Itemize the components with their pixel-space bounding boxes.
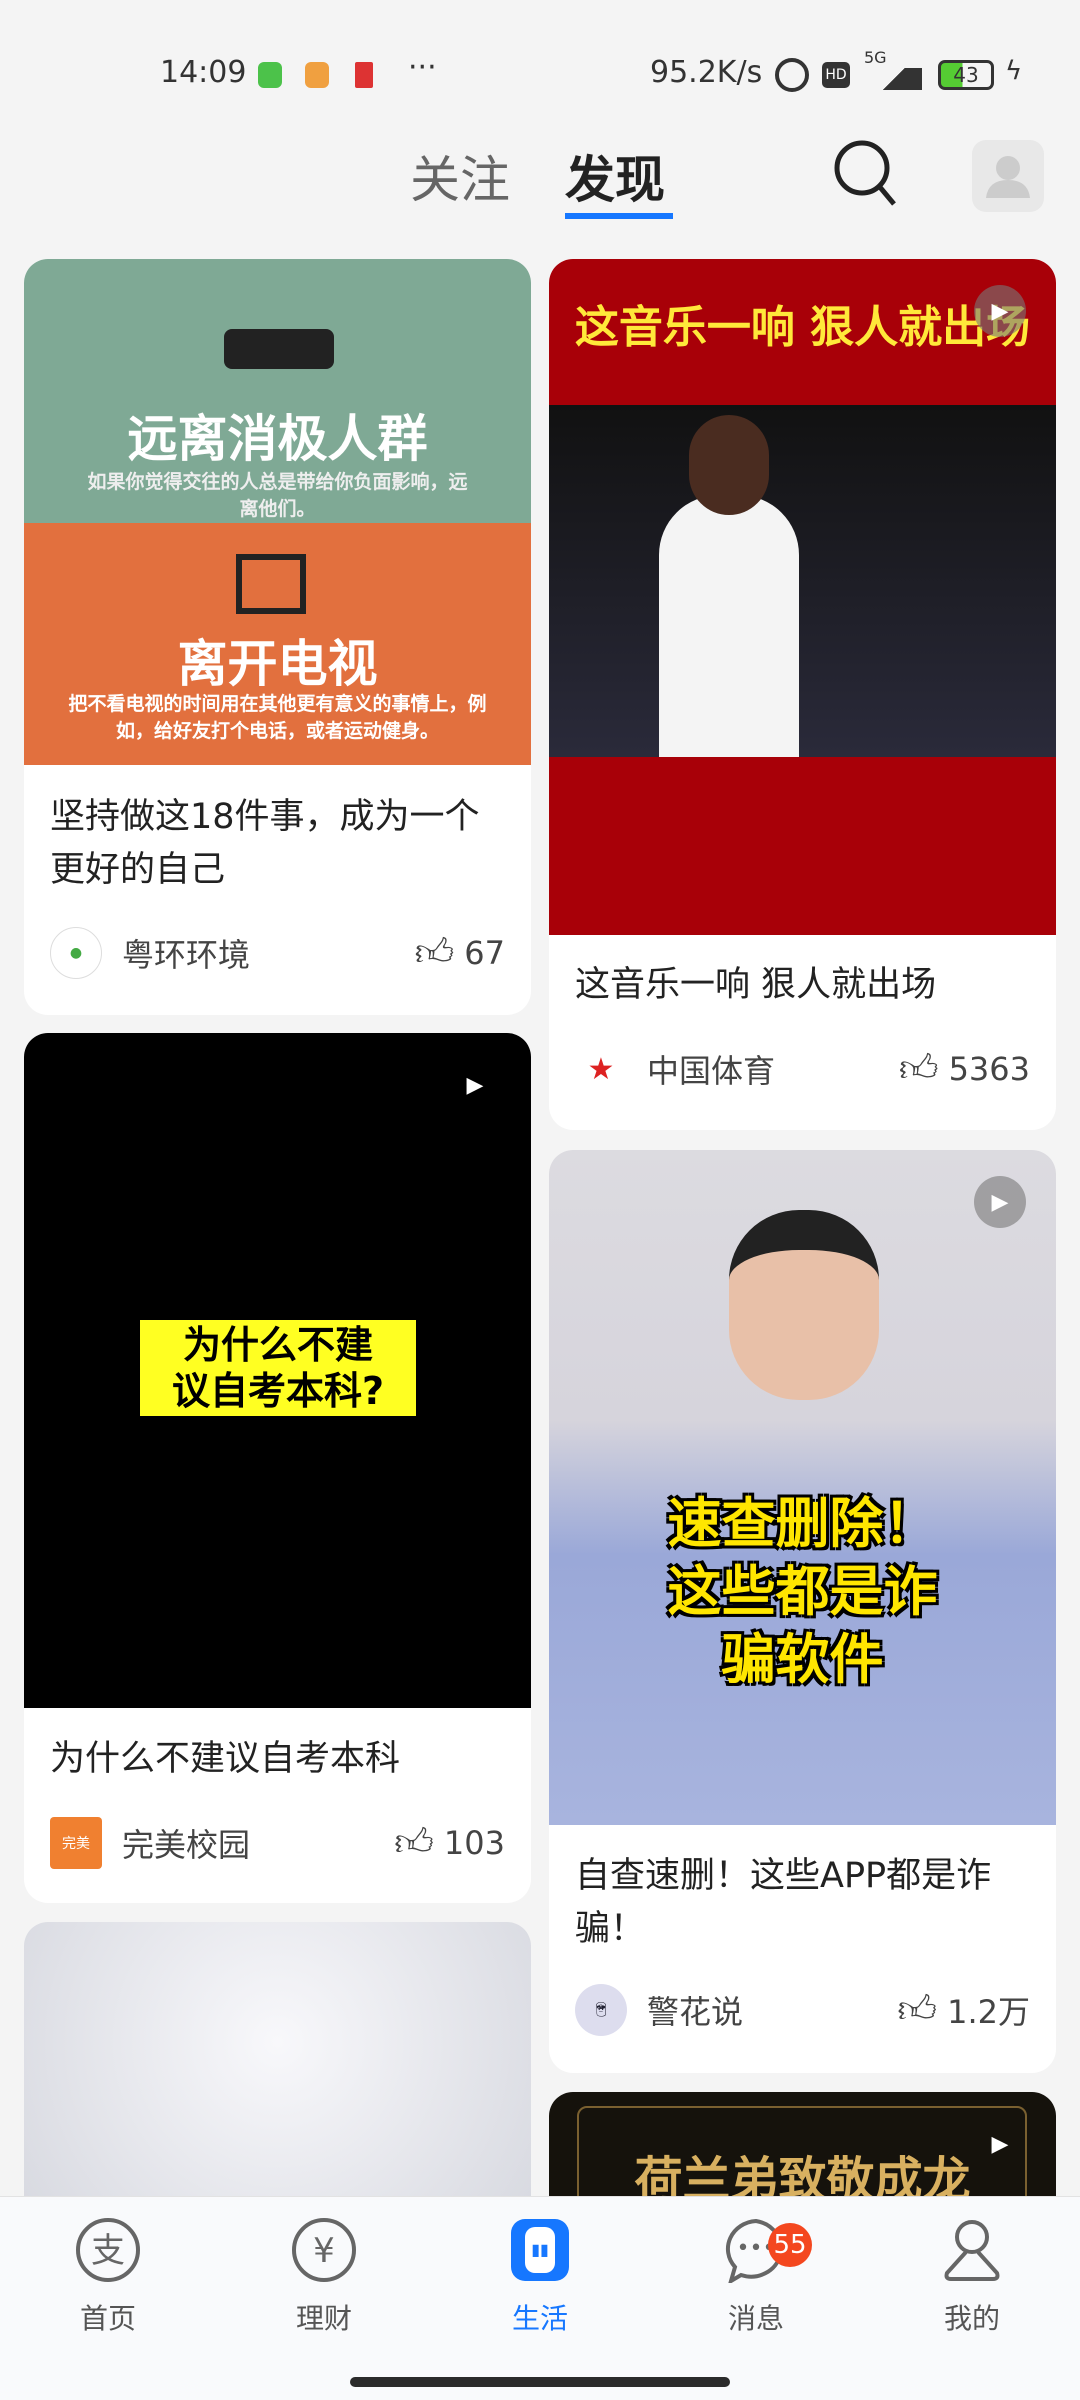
nav-label: 我的 xyxy=(943,2302,1000,2335)
svg-text:支: 支 xyxy=(91,2231,125,2271)
like-button[interactable]: 👍︎ 67 xyxy=(415,930,505,976)
feed-card[interactable]: 远离消极人群 如果你觉得交往的人总是带给你负面影响，远离他们。 离开电视 把不看… xyxy=(24,259,531,1015)
app-notification-icon xyxy=(258,62,282,88)
app-notification-icon xyxy=(305,62,329,88)
card-title: 自查速删！这些APP都是诈骗！ xyxy=(575,1856,992,1949)
image-heading: 远离消极人群 xyxy=(127,410,428,468)
thumbs-up-icon: 👍︎ xyxy=(897,1987,938,2031)
card-image: 这音乐一响 狠人就出场 xyxy=(549,259,1056,935)
like-count: 103 xyxy=(443,1824,505,1862)
alarm-icon xyxy=(775,58,809,92)
card-title: 这音乐一响 狠人就出场 xyxy=(575,965,937,1005)
battery-icon: 43 xyxy=(938,60,994,90)
play-icon: ▶ xyxy=(974,1176,1026,1228)
like-count: 5363 xyxy=(948,1050,1030,1088)
nav-label: 生活 xyxy=(511,2302,568,2335)
nav-finance[interactable]: ¥ 理财 xyxy=(254,2217,394,2337)
author-name[interactable]: 警花说 xyxy=(647,1987,743,2033)
card-image: 为什么不建议自考本科? xyxy=(24,1033,531,1708)
user-icon xyxy=(939,2217,1005,2283)
card-author-row: 完美 完美校园 👍︎ 103 xyxy=(50,1813,505,1873)
clock: 14:09 xyxy=(160,55,247,90)
author-name[interactable]: 粤环环境 xyxy=(122,930,250,976)
thumbs-up-icon: 👍︎ xyxy=(414,930,455,974)
unread-badge: 55 xyxy=(768,2223,812,2267)
tv-icon xyxy=(236,554,306,614)
network-type: 5G xyxy=(864,48,887,67)
card-title: 为什么不建议自考本科 xyxy=(50,1739,401,1779)
hd-icon: HD xyxy=(822,62,850,88)
feed-card[interactable]: 这音乐一响 狠人就出场 ▶ 这音乐一响 狠人就出场 ★ 中国体育 👍︎ 5363 xyxy=(549,259,1056,1130)
tab-discover[interactable]: 发现 xyxy=(565,140,665,212)
video-frame xyxy=(549,405,1056,757)
play-icon: ▶ xyxy=(991,2131,1009,2157)
more-notifications-icon: ··· xyxy=(408,50,437,85)
image-subtext: 把不看电视的时间用在其他更有意义的事情上，例如，给好友打个电话，或者运动健身。 xyxy=(68,693,487,742)
yuan-icon: ¥ xyxy=(291,2217,357,2283)
nav-label: 消息 xyxy=(727,2302,784,2335)
card-author-row: ★ 中国体育 👍︎ 5363 xyxy=(575,1039,1030,1099)
like-button[interactable]: 👍︎ 103 xyxy=(394,1820,505,1866)
author-avatar[interactable]: ★ xyxy=(575,1043,627,1095)
active-tab-indicator xyxy=(565,213,673,219)
nav-label: 理财 xyxy=(295,2302,352,2335)
thumbs-up-icon: 👍︎ xyxy=(394,1820,434,1864)
play-icon: ▶ xyxy=(466,1072,484,1098)
thumbs-up-icon: 👍︎ xyxy=(898,1046,939,1090)
signal-icon xyxy=(866,68,922,90)
svg-text:¥: ¥ xyxy=(313,2231,335,2271)
nav-home[interactable]: 支 首页 xyxy=(38,2217,178,2337)
author-name[interactable]: 完美校园 xyxy=(122,1820,250,1866)
nav-label: 首页 xyxy=(79,2302,136,2335)
card-image: 速查删除！这些都是诈骗软件 xyxy=(549,1150,1056,1825)
like-count: 1.2万 xyxy=(947,1993,1030,2031)
like-button[interactable]: 👍︎ 5363 xyxy=(899,1046,1030,1092)
card-image: 远离消极人群 如果你觉得交往的人总是带给你负面影响，远离他们。 离开电视 把不看… xyxy=(24,259,531,765)
author-name[interactable]: 中国体育 xyxy=(647,1046,775,1092)
like-button[interactable]: 👍︎ 1.2万 xyxy=(897,1987,1030,2033)
nav-mine[interactable]: 我的 xyxy=(902,2217,1042,2337)
author-avatar[interactable]: ● xyxy=(50,927,102,979)
author-avatar[interactable]: 完美 xyxy=(50,1817,102,1869)
play-icon: ▶ xyxy=(974,285,1026,337)
tab-following[interactable]: 关注 xyxy=(410,140,510,212)
header: 关注 发现 xyxy=(0,140,1080,230)
status-bar: 14:09 ··· 95.2K/s HD 5G 43 ϟ xyxy=(0,48,1080,100)
people-icon xyxy=(224,329,334,369)
nav-messages[interactable]: ••• 消息 55 xyxy=(686,2217,826,2337)
feed-card[interactable]: 为什么不建议自考本科? ▶ 为什么不建议自考本科 完美 完美校园 👍︎ 103 xyxy=(24,1033,531,1903)
author-avatar[interactable]: 👮︎ xyxy=(575,1984,627,2036)
search-icon[interactable] xyxy=(832,140,898,206)
video-caption: 速查删除！这些都是诈骗软件 xyxy=(667,1492,938,1691)
alipay-icon: 支 xyxy=(75,2217,141,2283)
video-caption: 为什么不建议自考本科? xyxy=(140,1320,416,1416)
image-subtext: 如果你觉得交往的人总是带给你负面影响，远离他们。 xyxy=(87,471,468,520)
life-icon: ▮▮ xyxy=(507,2217,573,2283)
bottom-nav: 支 首页 ¥ 理财 ▮▮ 生活 ••• 消息 55 我的 xyxy=(0,2196,1080,2400)
app-notification-icon xyxy=(355,62,373,88)
like-count: 67 xyxy=(464,934,505,972)
image-heading: 离开电视 xyxy=(177,635,378,693)
card-author-row: 👮︎ 警花说 👍︎ 1.2万 xyxy=(575,1980,1030,2040)
card-title: 坚持做这18件事，成为一个更好的自己 xyxy=(50,797,480,890)
home-indicator[interactable] xyxy=(350,2377,730,2387)
feed-card[interactable]: 速查删除！这些都是诈骗软件 ▶ 自查速删！这些APP都是诈骗！ 👮︎ 警花说 👍… xyxy=(549,1150,1056,2073)
nav-life[interactable]: ▮▮ 生活 xyxy=(470,2217,610,2337)
avatar[interactable] xyxy=(972,140,1044,212)
network-speed: 95.2K/s xyxy=(650,55,763,90)
card-author-row: ● 粤环环境 👍︎ 67 xyxy=(50,923,505,983)
charging-icon: ϟ xyxy=(1005,56,1023,86)
